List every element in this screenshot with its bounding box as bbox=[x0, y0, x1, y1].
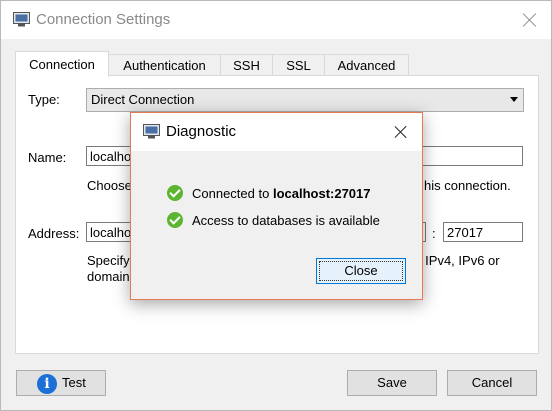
type-label: Type: bbox=[28, 92, 60, 107]
close-icon[interactable] bbox=[521, 11, 539, 29]
address-hint-line2: domain bbox=[87, 269, 130, 284]
address-hint-line1: Specify bbox=[87, 253, 130, 268]
save-button[interactable]: Save bbox=[347, 370, 437, 396]
chevron-down-icon bbox=[510, 97, 518, 102]
check-icon bbox=[167, 212, 183, 228]
dialog-close-label: Close bbox=[344, 263, 378, 278]
access-message: Access to databases is available bbox=[192, 213, 380, 228]
cancel-button[interactable]: Cancel bbox=[447, 370, 537, 396]
title-bar: Connection Settings bbox=[1, 1, 551, 39]
test-button-label: Test bbox=[62, 375, 86, 390]
app-monitor-icon bbox=[13, 12, 30, 27]
tab-advanced[interactable]: Advanced bbox=[324, 54, 409, 76]
connected-host: localhost:27017 bbox=[272, 186, 371, 201]
address-separator: : bbox=[432, 226, 436, 241]
tab-authentication[interactable]: Authentication bbox=[108, 54, 221, 76]
window-title: Connection Settings bbox=[36, 11, 171, 28]
diagnostic-dialog: Diagnostic Connected to localhost:27017 … bbox=[130, 112, 423, 300]
tab-connection[interactable]: Connection bbox=[15, 51, 109, 77]
tab-ssl[interactable]: SSL bbox=[272, 54, 325, 76]
connected-message: Connected to localhost:27017 bbox=[192, 186, 371, 201]
address-port-input[interactable]: 27017 bbox=[443, 222, 523, 242]
close-icon[interactable] bbox=[393, 124, 409, 140]
app-monitor-icon bbox=[143, 124, 160, 139]
name-label: Name: bbox=[28, 150, 67, 165]
dialog-close-button[interactable]: Close bbox=[316, 258, 406, 284]
test-button[interactable]: i Test bbox=[16, 370, 106, 396]
check-icon bbox=[167, 185, 183, 201]
dialog-title-bar: Diagnostic bbox=[131, 113, 422, 151]
dialog-title: Diagnostic bbox=[166, 123, 237, 140]
address-label: Address: bbox=[28, 226, 80, 241]
tab-ssh[interactable]: SSH bbox=[220, 54, 273, 76]
type-select[interactable]: Direct Connection bbox=[86, 88, 524, 112]
type-select-value: Direct Connection bbox=[91, 92, 195, 107]
info-icon: i bbox=[37, 374, 57, 394]
address-hint-line1-tail: er IPv4, IPv6 or bbox=[410, 253, 500, 268]
name-hint-tail: his connection. bbox=[424, 178, 511, 193]
name-hint: Choose bbox=[87, 178, 132, 193]
